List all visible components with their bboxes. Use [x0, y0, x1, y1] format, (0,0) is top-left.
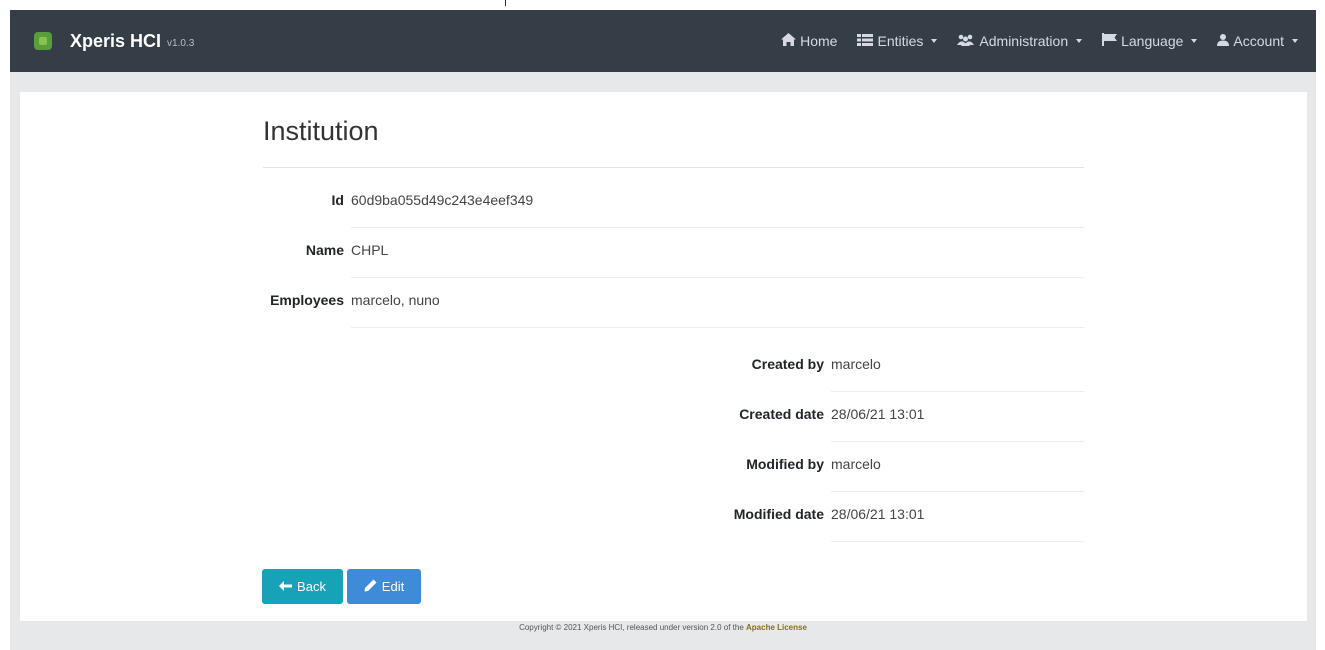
back-button[interactable]: Back: [262, 569, 343, 604]
top-strip: [0, 0, 1325, 10]
field-value-id: 60d9ba055d49c243e4eef349: [351, 192, 534, 208]
chevron-down-icon: [1191, 39, 1198, 43]
audit-value-modified-date: 28/06/21 13:01: [831, 506, 925, 522]
field-row-employees: Employees marcelo, nuno: [20, 278, 1307, 328]
row-divider: [351, 327, 1084, 328]
field-value-name: CHPL: [351, 242, 389, 258]
field-label-employees: Employees: [270, 292, 344, 308]
arrow-left-icon: [279, 579, 293, 594]
nav-account[interactable]: Account: [1217, 33, 1298, 49]
users-icon: [957, 33, 975, 49]
edit-button[interactable]: Edit: [347, 569, 421, 604]
user-icon: [1217, 33, 1230, 49]
nav-administration-label: Administration: [979, 33, 1069, 49]
audit-value-created-date: 28/06/21 13:01: [831, 406, 925, 422]
nav-menu: Home Entities Administration Language Ac…: [761, 33, 1298, 49]
nav-account-label: Account: [1233, 33, 1284, 49]
license-link[interactable]: Apache License: [746, 623, 807, 632]
page-background: Institution Id 60d9ba055d49c243e4eef349 …: [10, 72, 1316, 650]
logo-icon: [34, 32, 52, 50]
audit-row-created-by: Created by marcelo: [20, 342, 1307, 392]
chevron-down-icon: [1076, 39, 1083, 43]
title-divider: [263, 167, 1084, 168]
field-row-id: Id 60d9ba055d49c243e4eef349: [20, 178, 1307, 228]
field-row-name: Name CHPL: [20, 228, 1307, 278]
row-divider: [831, 541, 1084, 542]
detail-card: Institution Id 60d9ba055d49c243e4eef349 …: [20, 92, 1307, 621]
nav-administration[interactable]: Administration: [957, 33, 1083, 49]
nav-entities[interactable]: Entities: [857, 33, 938, 49]
audit-row-created-date: Created date 28/06/21 13:01: [20, 392, 1307, 442]
back-button-label: Back: [297, 579, 326, 594]
pencil-icon: [364, 579, 377, 595]
field-label-name: Name: [305, 242, 344, 258]
navbar: Xperis HCI v1.0.3 Home Entities Administ…: [10, 10, 1316, 72]
nav-language-label: Language: [1121, 33, 1184, 49]
audit-label-created-date: Created date: [739, 406, 824, 422]
flag-icon: [1102, 33, 1118, 49]
brand[interactable]: Xperis HCI v1.0.3: [34, 31, 194, 52]
home-icon: [781, 33, 797, 49]
audit-row-modified-by: Modified by marcelo: [20, 442, 1307, 492]
nav-entities-label: Entities: [877, 33, 924, 49]
nav-language[interactable]: Language: [1102, 33, 1198, 49]
cursor-mark: [505, 0, 506, 6]
brand-version: v1.0.3: [167, 37, 195, 49]
nav-home-label: Home: [800, 33, 838, 49]
brand-title: Xperis HCI: [70, 30, 162, 51]
page-title: Institution: [263, 116, 379, 146]
audit-value-modified-by: marcelo: [831, 456, 881, 472]
list-icon: [857, 33, 874, 49]
footer: Copyright © 2021 Xperis HCI, released un…: [10, 623, 1316, 632]
audit-label-created-by: Created by: [751, 356, 824, 372]
field-label-id: Id: [331, 192, 344, 208]
audit-row-modified-date: Modified date 28/06/21 13:01: [20, 492, 1307, 542]
footer-text: Copyright © 2021 Xperis HCI, released un…: [519, 623, 744, 632]
field-value-employees: marcelo, nuno: [351, 292, 440, 308]
chevron-down-icon: [1292, 39, 1298, 43]
chevron-down-icon: [931, 39, 938, 43]
audit-value-created-by: marcelo: [831, 356, 881, 372]
audit-label-modified-date: Modified date: [733, 506, 824, 522]
nav-home[interactable]: Home: [781, 33, 837, 49]
edit-button-label: Edit: [381, 579, 405, 594]
audit-label-modified-by: Modified by: [746, 456, 824, 472]
